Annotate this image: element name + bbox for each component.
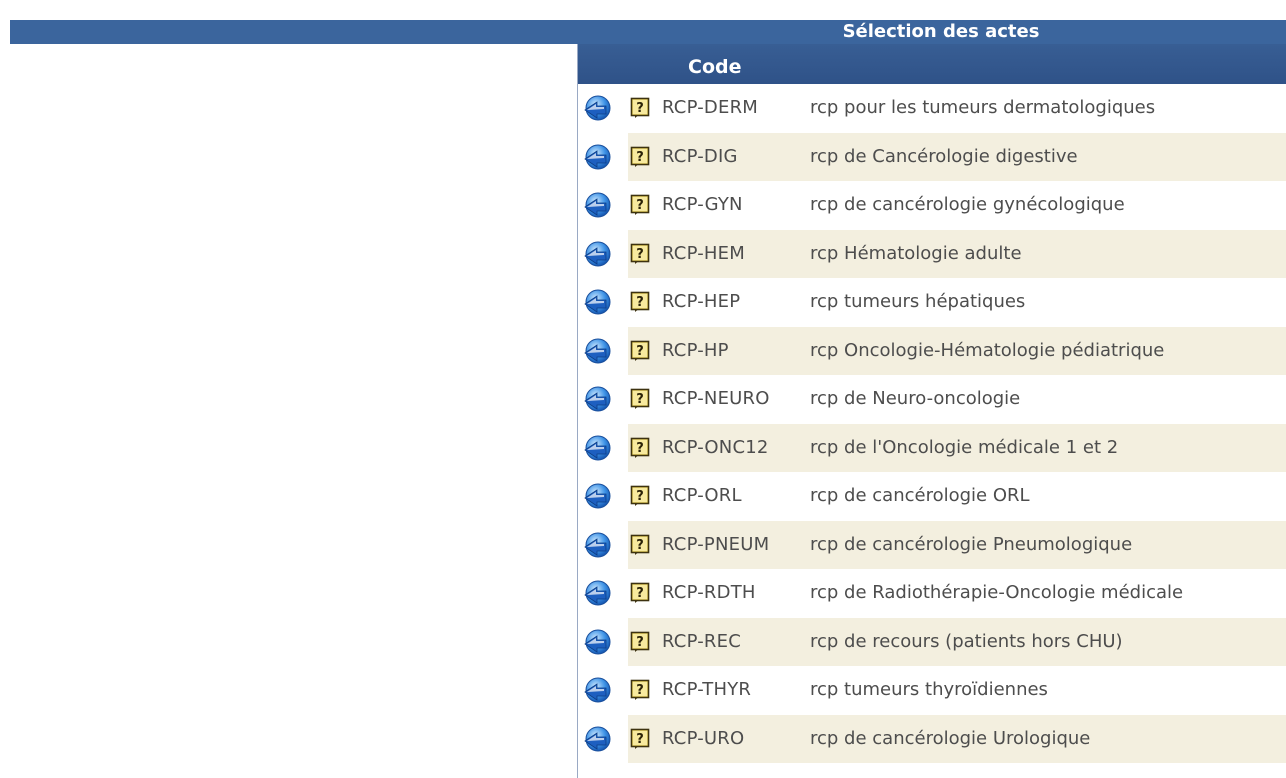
table-row: ? RCP-RDTH rcp de Radiothérapie-Oncologi… <box>578 569 1286 618</box>
act-code[interactable]: RCP-RDTH <box>662 582 756 603</box>
table-body: ? RCP-DERM rcp pour les tumeurs dermatol… <box>578 84 1286 763</box>
svg-text:?: ? <box>636 732 644 747</box>
select-arrow-icon[interactable] <box>582 433 612 463</box>
help-question-icon[interactable]: ? <box>630 194 650 216</box>
act-code[interactable]: RCP-HEM <box>662 243 745 264</box>
svg-text:?: ? <box>636 441 644 456</box>
table-row: ? RCP-REC rcp de recours (patients hors … <box>578 617 1286 666</box>
table-row: ? RCP-ONC12 rcp de l'Oncologie médicale … <box>578 423 1286 472</box>
svg-text:?: ? <box>636 392 644 407</box>
help-question-icon[interactable]: ? <box>630 679 650 701</box>
svg-text:?: ? <box>636 635 644 650</box>
act-label: rcp de recours (patients hors CHU) <box>810 630 1123 652</box>
select-arrow-icon[interactable] <box>582 142 612 172</box>
svg-text:?: ? <box>636 538 644 553</box>
act-code[interactable]: RCP-NEURO <box>662 388 770 409</box>
column-header-label: Code <box>688 56 742 78</box>
help-question-icon[interactable]: ? <box>630 485 650 507</box>
svg-text:?: ? <box>636 586 644 601</box>
act-code[interactable]: RCP-DERM <box>662 97 758 118</box>
page-title: Sélection des actes <box>842 21 1040 42</box>
act-code[interactable]: RCP-DIG <box>662 146 738 167</box>
act-label: rcp pour les tumeurs dermatologiques <box>810 97 1156 118</box>
table-row: ? RCP-ORL rcp de cancérologie ORL <box>578 472 1286 521</box>
table-row: ? RCP-DERM rcp pour les tumeurs dermatol… <box>578 84 1286 133</box>
svg-text:?: ? <box>636 101 644 116</box>
table-row: ? RCP-HEP rcp tumeurs hépatiques <box>578 278 1286 327</box>
svg-text:?: ? <box>636 344 644 359</box>
table-row: ? RCP-HEM rcp Hématologie adulte <box>578 229 1286 278</box>
table-row: ? RCP-URO rcp de cancérologie Urologique <box>578 714 1286 763</box>
page: Sélection des actes Code ? RCP-DERM rcp … <box>0 0 1286 778</box>
act-label: rcp Hématologie adulte <box>810 242 1022 264</box>
svg-text:?: ? <box>636 198 644 213</box>
help-question-icon[interactable]: ? <box>630 534 650 556</box>
table-row: ? RCP-GYN rcp de cancérologie gynécologi… <box>578 181 1286 230</box>
act-label: rcp de cancérologie Pneumologique <box>810 533 1133 555</box>
table-row: ? RCP-HP rcp Oncologie-Hématologie pédia… <box>578 326 1286 375</box>
help-question-icon[interactable]: ? <box>630 340 650 362</box>
select-arrow-icon[interactable] <box>582 336 612 366</box>
select-arrow-icon[interactable] <box>582 384 612 414</box>
act-label: rcp de l'Oncologie médicale 1 et 2 <box>810 436 1119 458</box>
act-code[interactable]: RCP-ONC12 <box>662 437 769 458</box>
acts-table: Code ? RCP-DERM rcp pour les tumeurs der… <box>577 44 1286 778</box>
svg-text:?: ? <box>636 295 644 310</box>
table-row: ? RCP-THYR rcp tumeurs thyroïdiennes <box>578 666 1286 715</box>
act-code[interactable]: RCP-GYN <box>662 194 743 215</box>
table-row: ? RCP-NEURO rcp de Neuro-oncologie <box>578 375 1286 424</box>
help-question-icon[interactable]: ? <box>630 437 650 459</box>
title-bar: Sélection des actes <box>10 20 1286 44</box>
select-arrow-icon[interactable] <box>582 481 612 511</box>
svg-text:?: ? <box>636 683 644 698</box>
act-code[interactable]: RCP-HEP <box>662 291 740 312</box>
column-header-code[interactable]: Code <box>578 44 1286 84</box>
table-row: ? RCP-PNEUM rcp de cancérologie Pneumolo… <box>578 520 1286 569</box>
select-arrow-icon[interactable] <box>582 239 612 269</box>
select-arrow-icon[interactable] <box>582 724 612 754</box>
svg-text:?: ? <box>636 150 644 165</box>
select-arrow-icon[interactable] <box>582 93 612 123</box>
help-question-icon[interactable]: ? <box>630 243 650 265</box>
act-label: rcp de Cancérologie digestive <box>810 145 1078 167</box>
act-label: rcp de Radiothérapie-Oncologie médicale <box>810 582 1184 603</box>
act-label: rcp de cancérologie Urologique <box>810 727 1091 749</box>
table-row: ? RCP-DIG rcp de Cancérologie digestive <box>578 132 1286 181</box>
help-question-icon[interactable]: ? <box>630 146 650 168</box>
help-question-icon[interactable]: ? <box>630 728 650 750</box>
act-label: rcp Oncologie-Hématologie pédiatrique <box>810 339 1165 361</box>
svg-text:?: ? <box>636 247 644 262</box>
act-code[interactable]: RCP-PNEUM <box>662 534 769 555</box>
act-label: rcp de cancérologie gynécologique <box>810 194 1125 215</box>
select-arrow-icon[interactable] <box>582 627 612 657</box>
act-code[interactable]: RCP-ORL <box>662 485 742 506</box>
select-arrow-icon[interactable] <box>582 675 612 705</box>
svg-text:?: ? <box>636 489 644 504</box>
act-label: rcp de Neuro-oncologie <box>810 388 1021 409</box>
select-arrow-icon[interactable] <box>582 530 612 560</box>
act-label: rcp de cancérologie ORL <box>810 485 1030 506</box>
help-question-icon[interactable]: ? <box>630 582 650 604</box>
act-code[interactable]: RCP-THYR <box>662 679 751 700</box>
act-code[interactable]: RCP-HP <box>662 340 729 361</box>
help-question-icon[interactable]: ? <box>630 291 650 313</box>
act-label: rcp tumeurs hépatiques <box>810 291 1026 312</box>
select-arrow-icon[interactable] <box>582 190 612 220</box>
help-question-icon[interactable]: ? <box>630 97 650 119</box>
select-arrow-icon[interactable] <box>582 578 612 608</box>
select-arrow-icon[interactable] <box>582 287 612 317</box>
help-question-icon[interactable]: ? <box>630 388 650 410</box>
act-code[interactable]: RCP-URO <box>662 728 744 749</box>
act-code[interactable]: RCP-REC <box>662 631 741 652</box>
act-label: rcp tumeurs thyroïdiennes <box>810 679 1048 700</box>
help-question-icon[interactable]: ? <box>630 631 650 653</box>
